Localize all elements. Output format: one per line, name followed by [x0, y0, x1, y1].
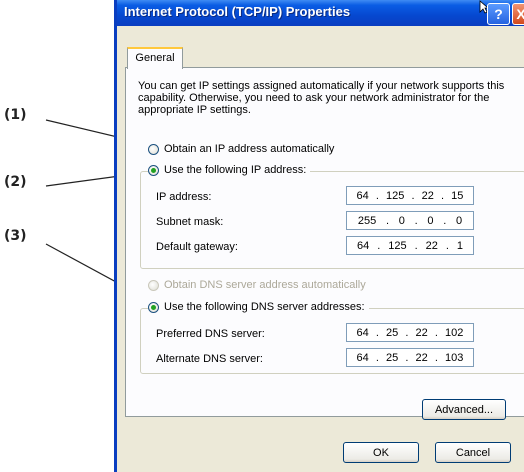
- default-gateway-input[interactable]: 64. 125. 22. 1: [346, 236, 474, 255]
- ip-address-input[interactable]: 64. 125. 22. 15: [346, 186, 474, 205]
- preferred-dns-input[interactable]: 64. 25. 22. 102: [346, 323, 474, 342]
- preferred-dns-label: Preferred DNS server:: [156, 328, 265, 340]
- default-gateway-label: Default gateway:: [156, 241, 238, 253]
- ip-octet: 22: [421, 189, 434, 202]
- use-following-ip-option[interactable]: Use the following IP address:: [148, 164, 311, 176]
- use-following-dns-radio[interactable]: [148, 301, 159, 313]
- ip-octet: 1: [456, 239, 463, 252]
- ip-octet: 125: [388, 239, 407, 252]
- ip-octet: 15: [451, 189, 464, 202]
- ip-address-label: IP address:: [156, 191, 212, 203]
- alternate-dns-label: Alternate DNS server:: [156, 353, 263, 365]
- general-tab-panel: You can get IP settings assigned automat…: [125, 67, 524, 420]
- ip-octet: 0: [398, 214, 405, 227]
- subnet-mask-input[interactable]: 255. 0. 0. 0: [346, 211, 474, 230]
- tcpip-properties-dialog: Internet Protocol (TCP/IP) Properties ? …: [114, 0, 524, 472]
- ip-octet: 22: [415, 351, 428, 364]
- tab-general[interactable]: General: [127, 47, 183, 69]
- use-following-ip-label: Use the following IP address:: [164, 164, 307, 176]
- cancel-button[interactable]: Cancel: [435, 442, 511, 463]
- alternate-dns-input[interactable]: 64. 25. 22. 103: [346, 348, 474, 367]
- ip-octet: 22: [425, 239, 438, 252]
- obtain-dns-auto-radio[interactable]: [148, 279, 159, 291]
- obtain-ip-auto-radio[interactable]: [148, 143, 159, 155]
- intro-text: You can get IP settings assigned automat…: [138, 80, 505, 116]
- ip-octet: 125: [386, 189, 405, 202]
- ip-octet: 64: [356, 239, 370, 252]
- obtain-ip-auto-label: Obtain an IP address automatically: [164, 143, 335, 155]
- title-bar[interactable]: Internet Protocol (TCP/IP) Properties ? …: [117, 0, 524, 26]
- dialog-title: Internet Protocol (TCP/IP) Properties: [124, 4, 351, 19]
- ip-octet: 102: [445, 326, 464, 339]
- use-following-dns-option[interactable]: Use the following DNS server addresses:: [148, 301, 369, 313]
- help-button[interactable]: ?: [487, 3, 510, 25]
- use-following-dns-label: Use the following DNS server addresses:: [164, 301, 365, 313]
- ip-octet: 103: [445, 351, 464, 364]
- ip-octet: 0: [427, 214, 434, 227]
- ip-octet: 25: [386, 326, 399, 339]
- ip-octet: 25: [386, 351, 399, 364]
- use-following-ip-radio[interactable]: [148, 164, 159, 176]
- subnet-mask-label: Subnet mask:: [156, 216, 224, 228]
- ip-octet: 22: [415, 326, 428, 339]
- ip-octet: 64: [356, 326, 369, 339]
- close-button[interactable]: X: [512, 3, 524, 25]
- ok-button[interactable]: OK: [343, 442, 419, 463]
- ip-octet: 255: [357, 214, 377, 227]
- obtain-dns-auto-label: Obtain DNS server address automatically: [164, 279, 366, 291]
- obtain-ip-auto-option[interactable]: Obtain an IP address automatically: [148, 143, 334, 155]
- advanced-button[interactable]: Advanced...: [422, 399, 506, 420]
- ip-octet: 64: [356, 351, 369, 364]
- ip-octet: 64: [356, 189, 369, 202]
- obtain-dns-auto-option[interactable]: Obtain DNS server address automatically: [148, 279, 366, 291]
- ip-octet: 0: [455, 214, 463, 227]
